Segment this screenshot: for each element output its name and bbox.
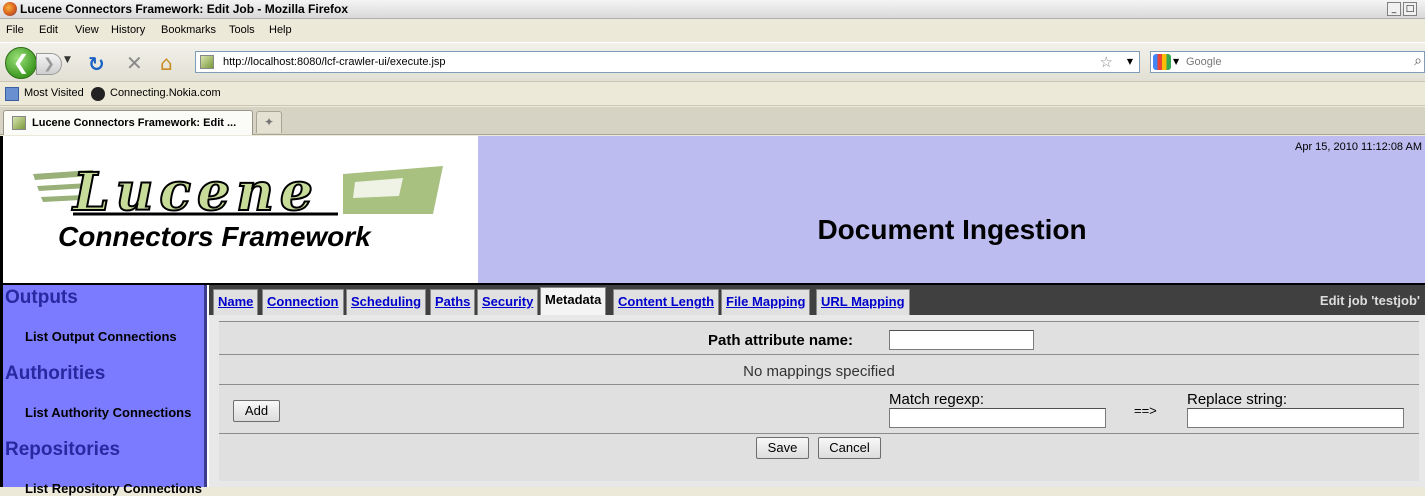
- cancel-button[interactable]: Cancel: [818, 437, 881, 459]
- minimize-button[interactable]: _: [1387, 2, 1401, 16]
- new-tab-icon[interactable]: ✦: [256, 111, 282, 133]
- tab-content-length[interactable]: Content Length: [613, 289, 720, 315]
- match-regexp-label: Match regexp:: [889, 391, 985, 408]
- metadata-form: Path attribute name: No mappings specifi…: [219, 321, 1419, 481]
- tab-name[interactable]: Name: [213, 289, 259, 315]
- header-band: Apr 15, 2010 11:12:08 AM Document Ingest…: [478, 136, 1425, 284]
- sidebar-link-repository-connections[interactable]: List Repository Connections: [25, 481, 202, 496]
- sidebar-section-repositories: Repositories: [5, 439, 121, 460]
- forward-button[interactable]: ❯: [36, 53, 62, 75]
- mapping-arrow: ==>: [1134, 403, 1157, 418]
- bookmark-star-icon[interactable]: ☆: [1100, 53, 1113, 71]
- menu-tools[interactable]: Tools: [229, 24, 255, 36]
- navigation-toolbar: ❮ ❯ ▼ ↻ ✕ ⌂ http://localhost:8080/lcf-cr…: [0, 42, 1425, 82]
- menu-history[interactable]: History: [111, 24, 145, 36]
- tab-metadata[interactable]: Metadata: [540, 287, 607, 315]
- url-bar[interactable]: http://localhost:8080/lcf-crawler-ui/exe…: [195, 51, 1140, 73]
- engine-dropdown-icon[interactable]: ▼: [1173, 57, 1179, 66]
- menu-view[interactable]: View: [75, 24, 99, 36]
- no-mappings-text: No mappings specified: [743, 363, 895, 380]
- lucene-logo-icon: Lucene Connectors Framework: [33, 161, 443, 252]
- search-icon[interactable]: ⌕: [1414, 53, 1422, 69]
- window-title: Lucene Connectors Framework: Edit Job - …: [20, 2, 349, 16]
- tab-paths[interactable]: Paths: [430, 289, 476, 315]
- reload-icon[interactable]: ↻: [88, 52, 105, 76]
- path-attribute-label: Path attribute name:: [708, 332, 854, 349]
- browser-tab-label: Lucene Connectors Framework: Edit ...: [32, 117, 237, 129]
- tab-scheduling[interactable]: Scheduling: [346, 289, 427, 315]
- stop-icon[interactable]: ✕: [126, 51, 143, 75]
- sidebar-section-authorities: Authorities: [5, 363, 106, 384]
- page-content: Lucene Connectors Framework Apr 15, 2010…: [0, 136, 1425, 496]
- menu-help[interactable]: Help: [269, 24, 292, 36]
- svg-text:Connectors Framework: Connectors Framework: [58, 221, 372, 252]
- tab-connection[interactable]: Connection: [262, 289, 344, 315]
- browser-tab-active[interactable]: Lucene Connectors Framework: Edit ...: [3, 110, 253, 135]
- bookmarks-toolbar: Most Visited Connecting.Nokia.com: [0, 83, 1425, 106]
- main-panel: Name Connection Scheduling Paths Securit…: [209, 285, 1425, 487]
- history-dropdown-icon[interactable]: ▼: [64, 55, 71, 65]
- menu-bar: File Edit View History Bookmarks Tools H…: [0, 20, 1425, 42]
- sidebar: Outputs List Output Connections Authorit…: [3, 285, 207, 496]
- job-tab-bar: Name Connection Scheduling Paths Securit…: [209, 285, 1425, 315]
- window-title-bar: Lucene Connectors Framework: Edit Job - …: [0, 0, 1425, 19]
- page-title: Document Ingestion: [817, 214, 1087, 245]
- current-date: Apr 15, 2010 11:12:08 AM: [1295, 141, 1422, 153]
- sidebar-link-authority-connections[interactable]: List Authority Connections: [25, 405, 191, 420]
- url-dropdown-icon[interactable]: ▼: [1127, 57, 1133, 66]
- search-bar[interactable]: ▼ Google ⌕: [1150, 51, 1425, 73]
- tab-file-mapping[interactable]: File Mapping: [721, 289, 811, 315]
- menu-edit[interactable]: Edit: [39, 24, 58, 36]
- sidebar-section-outputs: Outputs: [5, 287, 78, 308]
- search-placeholder[interactable]: Google: [1186, 56, 1221, 68]
- menu-file[interactable]: File: [6, 24, 24, 36]
- url-text[interactable]: http://localhost:8080/lcf-crawler-ui/exe…: [223, 56, 446, 68]
- back-button[interactable]: ❮: [5, 47, 37, 79]
- add-button[interactable]: Add: [233, 400, 280, 422]
- tab-url-mapping[interactable]: URL Mapping: [816, 289, 910, 315]
- bookmark-connecting-nokia[interactable]: Connecting.Nokia.com: [110, 87, 221, 99]
- save-button[interactable]: Save: [756, 437, 809, 459]
- replace-string-input[interactable]: [1187, 408, 1404, 428]
- home-icon[interactable]: ⌂: [160, 51, 173, 75]
- sidebar-link-output-connections[interactable]: List Output Connections: [25, 329, 177, 344]
- bookmark-most-visited[interactable]: Most Visited: [24, 87, 84, 99]
- form-divider: [219, 433, 1419, 434]
- google-engine-icon[interactable]: [1153, 54, 1171, 70]
- restore-button[interactable]: □: [1403, 2, 1417, 16]
- menu-bookmarks[interactable]: Bookmarks: [161, 24, 216, 36]
- tab-security[interactable]: Security: [477, 289, 539, 315]
- tab-favicon-icon: [12, 116, 26, 130]
- replace-string-label: Replace string:: [1187, 391, 1288, 408]
- firefox-icon: [3, 2, 17, 16]
- form-divider: [219, 354, 1419, 355]
- browser-tab-strip: Lucene Connectors Framework: Edit ... ✦: [0, 107, 1425, 135]
- most-visited-icon: [5, 87, 19, 101]
- site-favicon-icon: [200, 55, 214, 69]
- match-regexp-input[interactable]: [889, 408, 1106, 428]
- info-icon: [91, 87, 105, 101]
- path-attribute-input[interactable]: [889, 330, 1034, 350]
- form-divider: [219, 321, 1419, 322]
- form-divider: [219, 384, 1419, 385]
- edit-job-label: Edit job 'testjob': [1319, 293, 1420, 308]
- logo-area: Lucene Connectors Framework: [3, 136, 478, 284]
